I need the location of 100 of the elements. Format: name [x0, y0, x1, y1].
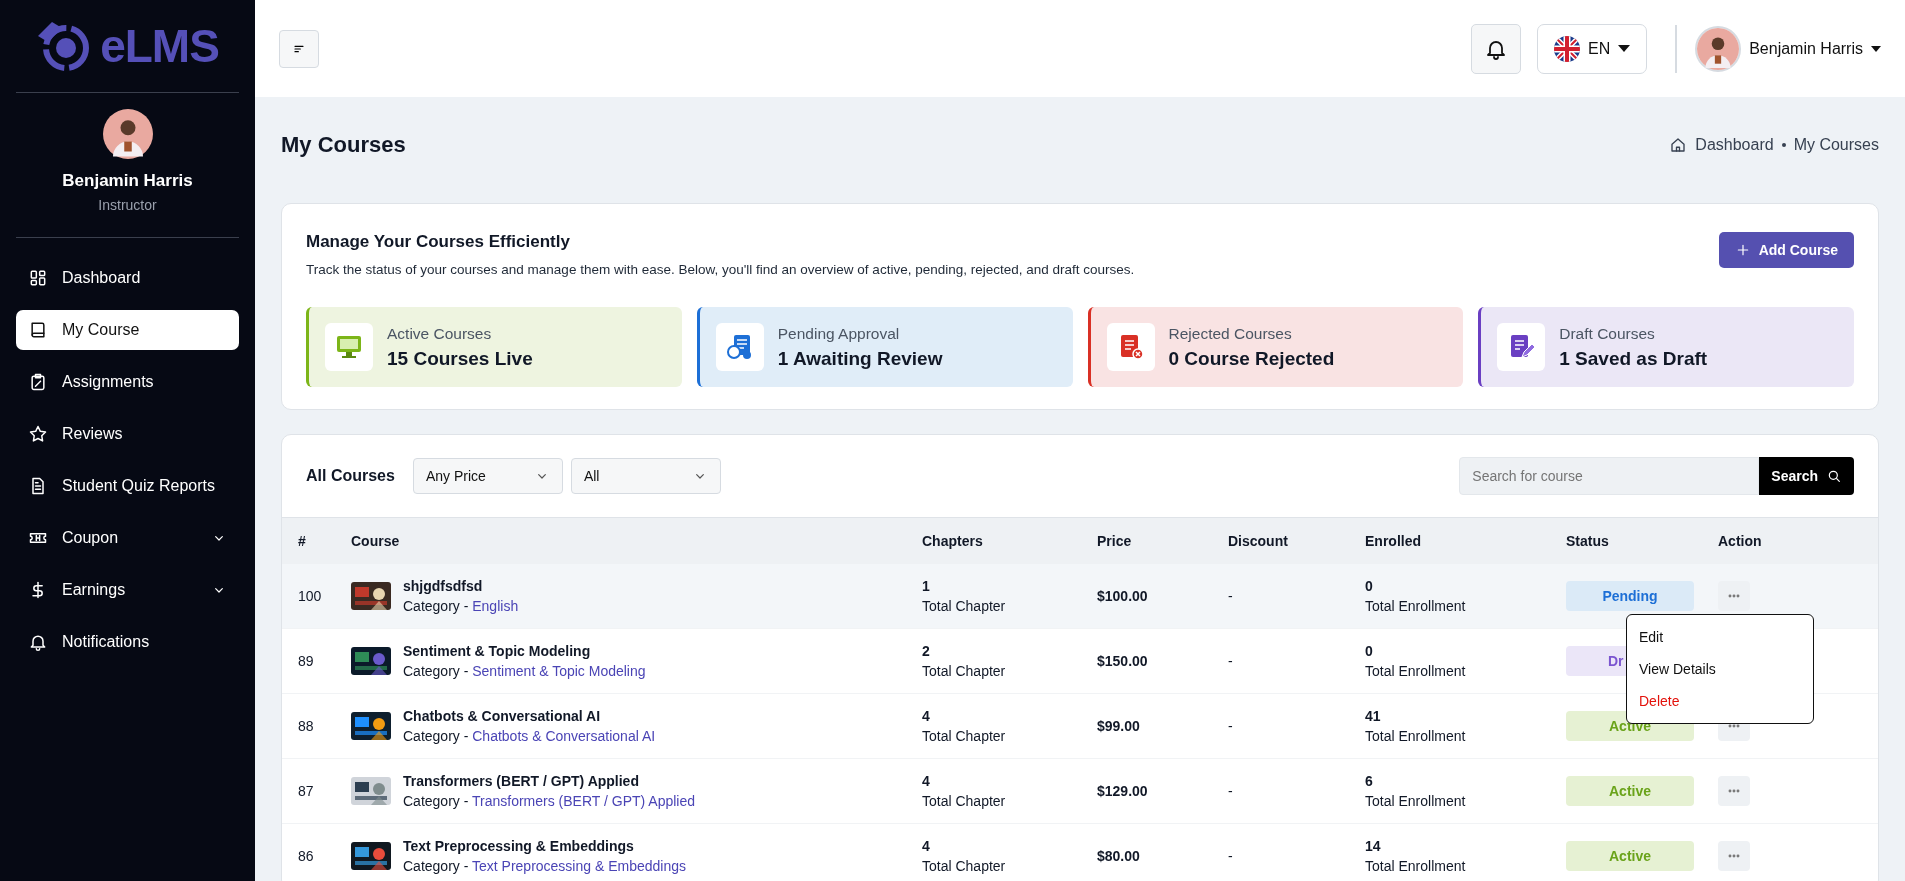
caret-icon — [1618, 44, 1631, 53]
add-course-button[interactable]: Add Course — [1718, 232, 1854, 268]
category-label: Category - — [403, 858, 469, 874]
page-title: My Courses — [281, 132, 407, 158]
sidebar-item[interactable]: Student Quiz Reports — [16, 466, 239, 506]
table-cell-text: 87 — [297, 782, 315, 801]
clipboard-icon — [28, 372, 48, 392]
category-label: Category - — [403, 663, 469, 679]
discount: - — [1228, 848, 1233, 864]
category-link[interactable]: Chatbots & Conversational AI — [472, 728, 656, 744]
category-link[interactable]: Text Preprocessing & Embeddings — [472, 858, 686, 874]
card-description: Track the status of your courses and manage them with ease. Below, you'll find an overview of active, pending, rejected, and draft courses. — [306, 262, 1136, 277]
search-icon — [1826, 468, 1842, 484]
chapter-count: 4 — [922, 708, 930, 724]
status-badge: Active — [1566, 776, 1694, 806]
avatar — [102, 109, 153, 159]
flag-icon — [1553, 35, 1580, 62]
chapter-label: Total Chapter — [922, 728, 1006, 744]
table-row[interactable]: 86 Text Preprocessing & Embeddings Category - Text Preprocessing & Embeddings 4 Total Chapter $80.00 - 14 Total Enrollment Active — [282, 824, 1878, 881]
enrollment-label: Total Enrollment — [1365, 598, 1466, 614]
star-icon — [28, 424, 48, 444]
book-icon — [28, 320, 48, 340]
enrollment-label: Total Enrollment — [1365, 793, 1466, 809]
course-name: Sentiment & Topic Modeling — [403, 643, 592, 659]
stat-label: Rejected Courses — [1168, 324, 1293, 343]
language-button[interactable]: EN — [1536, 23, 1648, 74]
menu-button[interactable] — [279, 29, 319, 68]
sidebar-item[interactable]: Dashboard — [16, 258, 239, 298]
chapter-count: 4 — [922, 838, 930, 854]
section-title: All Courses — [306, 467, 395, 485]
status-badge: Active — [1566, 841, 1694, 871]
price: $150.00 — [1097, 653, 1148, 669]
course-name: Text Preprocessing & Embeddings — [403, 838, 635, 854]
stat-value: 1 Saved as Draft — [1559, 347, 1708, 370]
stat-label: Draft Courses — [1559, 324, 1656, 343]
filter-dropdown[interactable]: All — [570, 458, 721, 494]
table-cell-text: 89 — [297, 652, 315, 671]
search-button[interactable]: Search — [1759, 457, 1854, 495]
breadcrumb-item: My Courses — [1793, 136, 1879, 154]
enrollment-count: 0 — [1365, 578, 1373, 594]
chapter-count: 1 — [922, 578, 930, 594]
course-name: shjgdfsdfsd — [403, 578, 484, 594]
user-role: Instructor — [98, 197, 157, 213]
chapter-label: Total Chapter — [922, 858, 1006, 874]
profile-button[interactable]: Benjamin Harris — [1695, 25, 1881, 72]
enrollment-count: 0 — [1365, 643, 1373, 659]
price: $100.00 — [1097, 588, 1148, 604]
sidebar-item[interactable]: Notifications — [16, 622, 239, 662]
discount: - — [1228, 588, 1233, 604]
chapter-label: Total Chapter — [922, 598, 1006, 614]
sidebar-item[interactable]: Reviews — [16, 414, 239, 454]
stat-value: 0 Course Rejected — [1168, 347, 1335, 370]
table-row[interactable]: 87 Transformers (BERT / GPT) Applied Category - Transformers (BERT / GPT) Applied 4 Total Chapter $129.00 - 6 Total Enrollment Active — [282, 759, 1878, 824]
sidebar-item[interactable]: Earnings — [16, 570, 239, 610]
search-field[interactable]: Search for course — [1459, 457, 1760, 495]
category-link[interactable]: English — [472, 598, 519, 614]
column-header: Enrolled — [1365, 517, 1566, 564]
status-badge: Pending — [1566, 581, 1694, 611]
monitor-icon — [335, 333, 363, 361]
category-link[interactable]: Transformers (BERT / GPT) Applied — [472, 793, 696, 809]
column-header: Course — [351, 517, 922, 564]
table-cell-text: 86 — [297, 847, 315, 866]
sidebar-item[interactable]: Coupon — [16, 518, 239, 558]
sidebar-item[interactable]: My Course — [16, 310, 239, 350]
filter-dropdown[interactable]: Any Price — [412, 458, 563, 494]
category-label: Category - — [403, 793, 469, 809]
chapter-label: Total Chapter — [922, 793, 1006, 809]
card-title: Manage Your Courses Efficiently — [306, 232, 571, 252]
category-label: Category - — [403, 728, 469, 744]
course-name: Chatbots & Conversational AI — [403, 708, 602, 724]
discount: - — [1228, 653, 1233, 669]
discount: - — [1228, 783, 1233, 799]
category-link[interactable]: Sentiment & Topic Modeling — [472, 663, 646, 679]
stat-label: Pending Approval — [777, 324, 901, 343]
chapter-count: 4 — [922, 773, 930, 789]
sidebar-item[interactable]: Assignments — [16, 362, 239, 402]
course-name: Transformers (BERT / GPT) Applied — [403, 773, 640, 789]
table-cell-text: 100 — [297, 587, 323, 606]
column-header: Status — [1566, 517, 1718, 564]
stat-label: Active Courses — [387, 324, 493, 343]
notification-button[interactable] — [1470, 23, 1521, 74]
home-icon — [1669, 136, 1688, 154]
user-name: Benjamin Harris — [62, 171, 193, 191]
chapter-count: 2 — [922, 643, 930, 659]
chapter-label: Total Chapter — [922, 663, 1006, 679]
stat-value: 15 Courses Live — [387, 347, 533, 370]
column-header: Action — [1718, 517, 1878, 564]
stat-value: 1 Awaiting Review — [777, 347, 943, 370]
column-header: Discount — [1228, 517, 1365, 564]
enrollment-label: Total Enrollment — [1365, 858, 1466, 874]
enrollment-count: 6 — [1365, 773, 1373, 789]
logo-text: eLMS — [100, 19, 219, 73]
column-header: Chapters — [922, 517, 1097, 564]
breadcrumb-item[interactable]: Dashboard — [1695, 136, 1774, 154]
price: $129.00 — [1097, 783, 1148, 799]
enrollment-label: Total Enrollment — [1365, 728, 1466, 744]
enrollment-count: 41 — [1365, 708, 1381, 724]
document-clock-icon — [725, 333, 754, 361]
caret-icon — [1871, 45, 1881, 52]
column-header: # — [282, 517, 351, 564]
